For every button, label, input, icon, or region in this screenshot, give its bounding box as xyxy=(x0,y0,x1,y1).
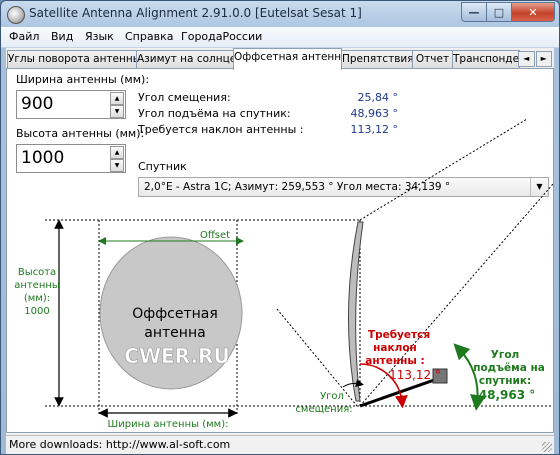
height-caption-4: 1000 xyxy=(24,306,49,317)
tab-obstacles[interactable]: Препятствия xyxy=(341,50,413,69)
tilt-caption-1: Требуется xyxy=(368,329,430,341)
tab-scroll-left-icon[interactable]: ◄ xyxy=(518,51,535,67)
height-caption-3: (мм): xyxy=(24,293,50,304)
satellite-app-icon xyxy=(7,6,25,24)
close-button[interactable]: ✕ xyxy=(511,2,555,22)
client-area: Углы поворота антенны Азимут на солнце О… xyxy=(6,48,554,435)
status-bar: More downloads: http://www.al-soft.com xyxy=(6,435,554,454)
tab-scroll: ◄ ► xyxy=(518,51,552,67)
menu-bar: Файл Вид Язык Справка ГородаРоссии xyxy=(1,27,559,48)
tab-sun-azimuth[interactable]: Азимут на солнце xyxy=(136,50,234,69)
tilt-caption-2: наклон xyxy=(373,342,417,354)
tab-rotation-angles[interactable]: Углы поворота антенны xyxy=(7,50,137,69)
offset-caption-2: смещения: xyxy=(295,404,352,415)
menu-language[interactable]: Язык xyxy=(85,30,114,43)
width-caption: Ширина антенны (мм): xyxy=(108,419,229,430)
menu-russia-cities[interactable]: ГородаРоссии xyxy=(181,30,262,43)
offset-antenna-diagram: Высота антенны (мм): 1000 Offset Ширина … xyxy=(14,118,553,430)
tab-report[interactable]: Отчет xyxy=(412,50,453,69)
minimize-button[interactable]: — xyxy=(461,2,487,22)
menu-view[interactable]: Вид xyxy=(51,30,73,43)
title-bar[interactable]: Satellite Antenna Alignment 2.91.0.0 [Eu… xyxy=(1,1,559,27)
height-caption-2: антенны xyxy=(14,280,60,291)
maximize-button[interactable]: □ xyxy=(486,2,512,22)
tilt-caption-3: антенны : xyxy=(365,355,424,367)
tab-scroll-right-icon[interactable]: ► xyxy=(535,51,552,67)
satellite-ray-upper xyxy=(359,118,528,221)
window-title: Satellite Antenna Alignment 2.91.0.0 [Eu… xyxy=(29,6,362,20)
height-caption-1: Высота xyxy=(18,267,56,278)
status-text: More downloads: http://www.al-soft.com xyxy=(9,438,231,451)
tab-offset-antenna[interactable]: Оффсетная антенна xyxy=(233,48,342,70)
app-window: Satellite Antenna Alignment 2.91.0.0 [Eu… xyxy=(0,0,560,455)
menu-file[interactable]: Файл xyxy=(9,30,39,43)
elevation-arc xyxy=(453,343,486,411)
elevation-caption-3: спутник: xyxy=(479,375,531,387)
offset-antenna-page: Ширина антенны (мм): 900 ▲ ▼ Высота анте… xyxy=(6,68,554,433)
tab-transponders[interactable]: Транспондеры xyxy=(452,50,520,69)
menu-help[interactable]: Справка xyxy=(125,30,173,43)
dish-title-1: Оффсетная xyxy=(132,306,218,322)
offset-caption-1: Угол xyxy=(320,391,344,402)
elevation-diagram-value: 48,963 ° xyxy=(479,388,535,402)
dish-reflector xyxy=(348,221,364,402)
resize-grip-icon[interactable] xyxy=(542,442,552,452)
watermark-logo: CWER.RU xyxy=(124,344,229,368)
offset-ray xyxy=(276,308,358,407)
tilt-diagram-value: 113,12 ° xyxy=(389,368,441,382)
dish-title-2: антенна xyxy=(144,325,205,341)
offset-label: Offset xyxy=(200,230,230,241)
elevation-caption-2: подъёма на xyxy=(473,362,545,374)
elevation-caption-1: Угол xyxy=(491,349,520,361)
